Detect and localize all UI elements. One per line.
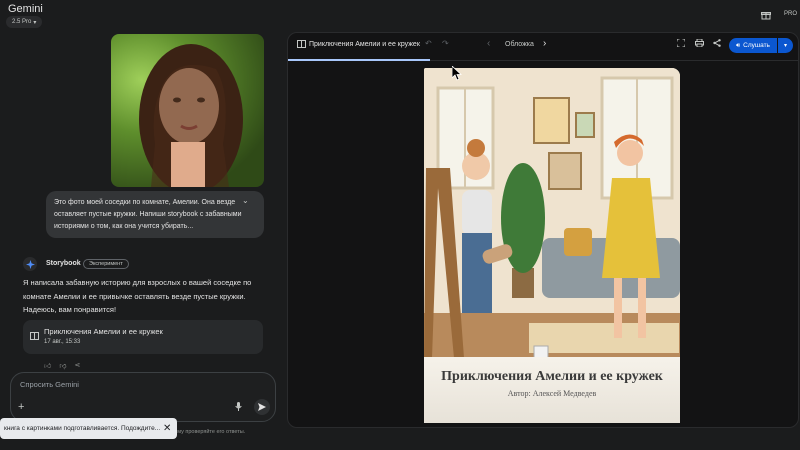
fullscreen-icon[interactable] bbox=[676, 38, 686, 49]
page-label: Обложка bbox=[505, 41, 534, 48]
undo-icon[interactable]: ↶ bbox=[425, 39, 432, 48]
panel-title[interactable]: Приключения Амелии и ее кружек bbox=[309, 41, 420, 48]
speaker-icon: 🔊︎ bbox=[736, 41, 741, 49]
storybook-card[interactable] bbox=[23, 320, 263, 354]
send-icon bbox=[258, 403, 266, 411]
expand-chevron-icon[interactable]: ⌄ bbox=[242, 196, 249, 205]
book-icon bbox=[297, 40, 306, 50]
cover-author: Автор: Алексей Медведев bbox=[507, 389, 597, 398]
user-message: Это фото моей соседки по комнате, Амелии… bbox=[46, 191, 264, 238]
redo-icon[interactable]: ↷ bbox=[442, 39, 449, 48]
listen-label: Слушать bbox=[743, 42, 770, 49]
agent-reply: Я написала забавную историю для взрослых… bbox=[23, 278, 252, 314]
toast: книга с картинками подготавливается. Под… bbox=[0, 418, 177, 439]
print-icon[interactable] bbox=[695, 38, 704, 49]
storybook-icon bbox=[23, 257, 37, 271]
mouse-cursor-icon bbox=[451, 65, 463, 86]
chevron-down-icon: ▾ bbox=[783, 43, 787, 49]
send-button[interactable] bbox=[254, 399, 270, 415]
thumbs-up-icon[interactable]: 👍︎ bbox=[44, 361, 51, 370]
experiment-badge: Эксперимент bbox=[83, 259, 129, 269]
card-title[interactable]: Приключения Амелии и ее кружек bbox=[44, 327, 163, 336]
pro-badge[interactable]: PRO bbox=[784, 11, 797, 17]
close-icon[interactable]: ✕ bbox=[163, 423, 171, 434]
active-tab-indicator bbox=[288, 59, 430, 61]
model-selector[interactable]: 2.5 Pro ▾ bbox=[6, 16, 43, 28]
model-label: 2.5 Pro bbox=[12, 19, 32, 25]
feedback-row: 👍︎ 👎︎ ⋖ bbox=[44, 361, 80, 370]
thumbs-down-icon[interactable]: 👎︎ bbox=[59, 361, 66, 370]
cover-title: Приключения Амелии и ее кружек bbox=[441, 369, 663, 384]
book-icon bbox=[30, 332, 39, 342]
next-page-icon[interactable]: › bbox=[543, 38, 546, 49]
share-icon[interactable]: ⋖ bbox=[74, 361, 80, 370]
user-photo[interactable] bbox=[111, 34, 264, 187]
app-title[interactable]: Gemini bbox=[8, 3, 43, 15]
toast-text: книга с картинками подготавливается. Под… bbox=[4, 425, 161, 432]
prompt-placeholder[interactable]: Спросить Gemini bbox=[20, 380, 79, 389]
share-icon[interactable] bbox=[713, 39, 721, 49]
prev-page-icon[interactable]: ‹ bbox=[487, 38, 490, 49]
listen-dropdown-button[interactable]: ▾ bbox=[778, 38, 793, 53]
listen-button[interactable]: 🔊︎ Слушать bbox=[729, 38, 777, 53]
card-date: 17 авг., 15:33 bbox=[44, 339, 81, 345]
agent-name: Storybook bbox=[46, 260, 81, 267]
chevron-down-icon: ▾ bbox=[33, 19, 37, 26]
gift-icon[interactable] bbox=[760, 9, 772, 21]
add-icon[interactable]: + bbox=[18, 401, 24, 413]
microphone-icon[interactable] bbox=[235, 402, 242, 413]
